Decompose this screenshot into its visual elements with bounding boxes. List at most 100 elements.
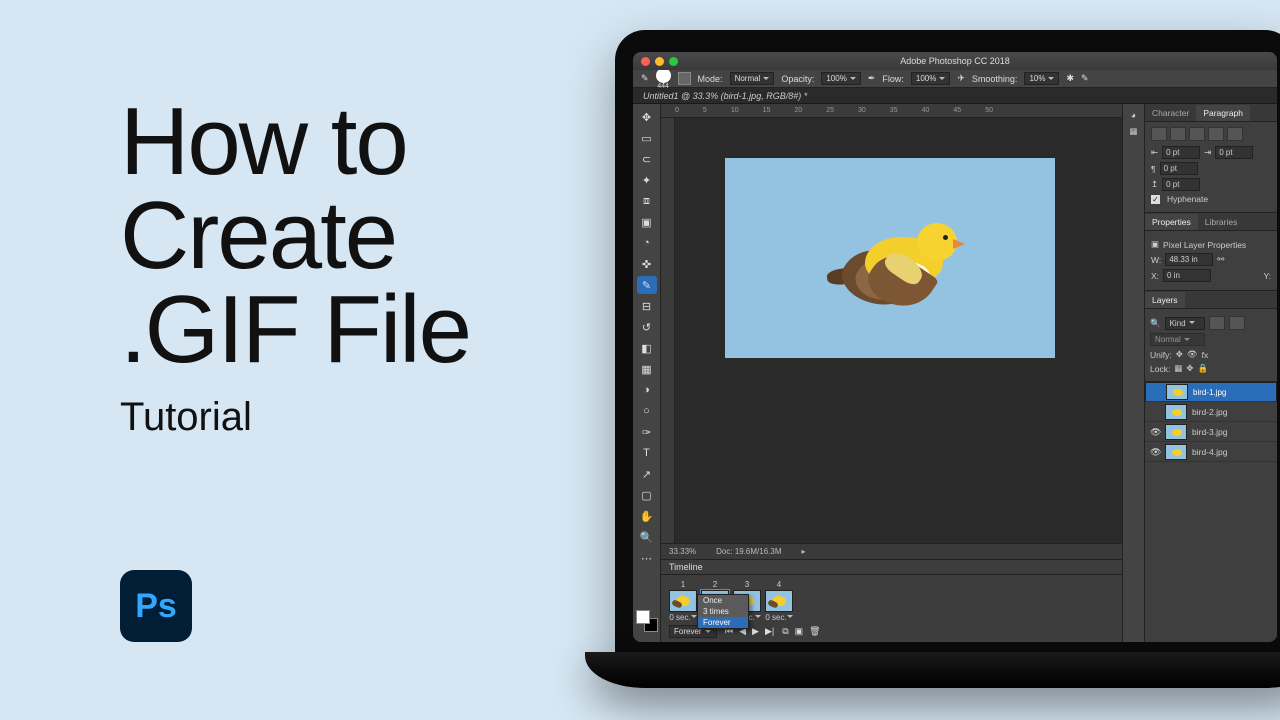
marquee-tool-icon[interactable]: ▭ <box>637 129 657 147</box>
align-center-icon[interactable] <box>1170 127 1186 141</box>
layer-row[interactable]: bird-2.jpg <box>1145 402 1277 422</box>
smoothing-select[interactable]: 10% <box>1024 72 1059 85</box>
frame-1[interactable]: 10 sec. <box>669 580 697 622</box>
layer-filter-select[interactable]: Kind <box>1165 317 1205 330</box>
next-frame-icon[interactable]: ▶| <box>765 626 774 637</box>
loop-option[interactable]: Once <box>698 595 748 606</box>
delete-frame-icon[interactable]: 🗑 <box>809 626 820 637</box>
lock-pixels-icon[interactable]: ▦ <box>1174 363 1182 374</box>
loop-option[interactable]: 3 times <box>698 606 748 617</box>
blend-mode-select[interactable]: Normal <box>730 72 775 85</box>
crop-tool-icon[interactable]: ⧈ <box>637 192 657 210</box>
color-panel-icon[interactable]: ◕ <box>1131 110 1136 120</box>
loop-option[interactable]: Forever <box>698 617 748 628</box>
document-tab[interactable]: Untitled1 @ 33.3% (bird-1.jpg, RGB/8#) * <box>633 88 1277 104</box>
tween-icon[interactable]: ⧉ <box>782 626 788 637</box>
eraser-tool-icon[interactable]: ◧ <box>637 339 657 357</box>
visibility-icon[interactable] <box>1150 407 1160 417</box>
brush-tool-icon[interactable]: ✎ <box>641 73 649 84</box>
type-tool-icon[interactable]: T <box>637 444 657 462</box>
zoom-tool-icon[interactable]: 🔍 <box>637 528 657 546</box>
smoothing-options-icon[interactable]: ✱ <box>1066 73 1074 84</box>
document-canvas[interactable] <box>725 158 1055 358</box>
history-brush-icon[interactable]: ↺ <box>637 318 657 336</box>
path-tool-icon[interactable]: ↗ <box>637 465 657 483</box>
swatches-panel-icon[interactable]: ▦ <box>1129 126 1137 137</box>
space-before-field[interactable]: 0 pt <box>1162 178 1200 191</box>
wand-tool-icon[interactable]: ✦ <box>637 171 657 189</box>
layer-blend-select[interactable]: Normal <box>1150 333 1205 346</box>
lock-all-icon[interactable]: 🔒 <box>1197 363 1208 374</box>
opacity-select[interactable]: 100% <box>821 72 860 85</box>
justify-left-icon[interactable] <box>1208 127 1224 141</box>
options-bar: ✎ 444 Mode: Normal Opacity: 100% ✒ Flow:… <box>633 70 1277 88</box>
indent-right-icon: ⇥ <box>1204 147 1211 158</box>
status-bar: 33.33% Doc: 19.6M/16.3M ▸ <box>661 543 1122 559</box>
app-title: Adobe Photoshop CC 2018 <box>633 56 1277 66</box>
visibility-icon[interactable] <box>1151 387 1161 397</box>
shape-tool-icon[interactable]: ▢ <box>637 486 657 504</box>
pen-tool-icon[interactable]: ✑ <box>637 423 657 441</box>
layer-row[interactable]: 👁bird-4.jpg <box>1145 442 1277 462</box>
character-tab[interactable]: Character <box>1145 105 1196 121</box>
edit-toolbar-icon[interactable]: ⋯ <box>637 549 657 567</box>
indent-left-field[interactable]: 0 pt <box>1162 146 1200 159</box>
headline-line2: Create <box>120 182 396 289</box>
color-swatches[interactable] <box>636 610 658 632</box>
layers-tab[interactable]: Layers <box>1145 292 1185 308</box>
flow-select[interactable]: 100% <box>911 72 950 85</box>
properties-tab[interactable]: Properties <box>1145 214 1198 230</box>
gradient-tool-icon[interactable]: ▦ <box>637 360 657 378</box>
align-right-icon[interactable] <box>1189 127 1205 141</box>
opacity-label: Opacity: <box>781 74 814 84</box>
lasso-tool-icon[interactable]: ⊂ <box>637 150 657 168</box>
hand-tool-icon[interactable]: ✋ <box>637 507 657 525</box>
layer-row[interactable]: bird-1.jpg <box>1145 382 1277 402</box>
visibility-icon[interactable]: 👁 <box>1150 447 1160 457</box>
libraries-tab[interactable]: Libraries <box>1198 214 1245 230</box>
filter-adjust-icon[interactable] <box>1229 316 1245 330</box>
play-icon[interactable]: ▶ <box>752 626 759 637</box>
frame-tool-icon[interactable]: ▣ <box>637 213 657 231</box>
blur-tool-icon[interactable]: ◑ <box>637 381 657 399</box>
brush-tool-icon[interactable]: ✎ <box>637 276 657 294</box>
loop-menu[interactable]: Once3 timesForever <box>697 594 749 629</box>
layer-thumb <box>1165 444 1187 460</box>
unify-style-icon[interactable]: fx <box>1202 350 1209 360</box>
brush-settings-icon[interactable] <box>678 72 691 85</box>
filter-pixel-icon[interactable] <box>1209 316 1225 330</box>
foreground-color-swatch[interactable] <box>636 610 650 624</box>
new-frame-icon[interactable]: ▣ <box>795 626 804 637</box>
paragraph-tab[interactable]: Paragraph <box>1196 105 1250 121</box>
status-arrow-icon[interactable]: ▸ <box>802 547 806 556</box>
visibility-icon[interactable]: 👁 <box>1150 427 1160 437</box>
pressure-opacity-icon[interactable]: ✒ <box>868 73 876 84</box>
ruler-vertical[interactable] <box>661 118 675 543</box>
frame-4[interactable]: 40 sec. <box>765 580 793 622</box>
align-left-icon[interactable] <box>1151 127 1167 141</box>
layer-thumb <box>1165 424 1187 440</box>
stamp-tool-icon[interactable]: ⊟ <box>637 297 657 315</box>
x-field[interactable]: 0 in <box>1163 269 1211 282</box>
layer-thumb <box>1166 384 1188 400</box>
hyphenate-checkbox[interactable]: ✓ <box>1151 195 1160 204</box>
airbrush-icon[interactable]: ✈ <box>957 73 965 84</box>
indent-first-field[interactable]: 0 pt <box>1160 162 1198 175</box>
canvas-area[interactable] <box>675 118 1122 543</box>
justify-icon[interactable] <box>1227 127 1243 141</box>
zoom-level[interactable]: 33.33% <box>669 547 696 556</box>
indent-right-field[interactable]: 0 pt <box>1215 146 1253 159</box>
unify-position-icon[interactable]: ✥ <box>1176 349 1183 360</box>
move-tool-icon[interactable]: ✥ <box>637 108 657 126</box>
layer-row[interactable]: 👁bird-3.jpg <box>1145 422 1277 442</box>
unify-visibility-icon[interactable]: 👁 <box>1187 349 1198 360</box>
width-field[interactable]: 48.33 in <box>1165 253 1213 266</box>
eyedropper-tool-icon[interactable]: ◔ <box>637 234 657 252</box>
pressure-size-icon[interactable]: ✎ <box>1081 73 1089 84</box>
ruler-horizontal[interactable]: 05101520253035404550 <box>661 104 1122 118</box>
heal-tool-icon[interactable]: ✜ <box>637 255 657 273</box>
dodge-tool-icon[interactable]: ○ <box>637 402 657 420</box>
timeline-title: Timeline <box>669 562 703 572</box>
link-wh-icon[interactable]: ⚯ <box>1217 254 1224 265</box>
lock-position-icon[interactable]: ✥ <box>1186 363 1193 374</box>
